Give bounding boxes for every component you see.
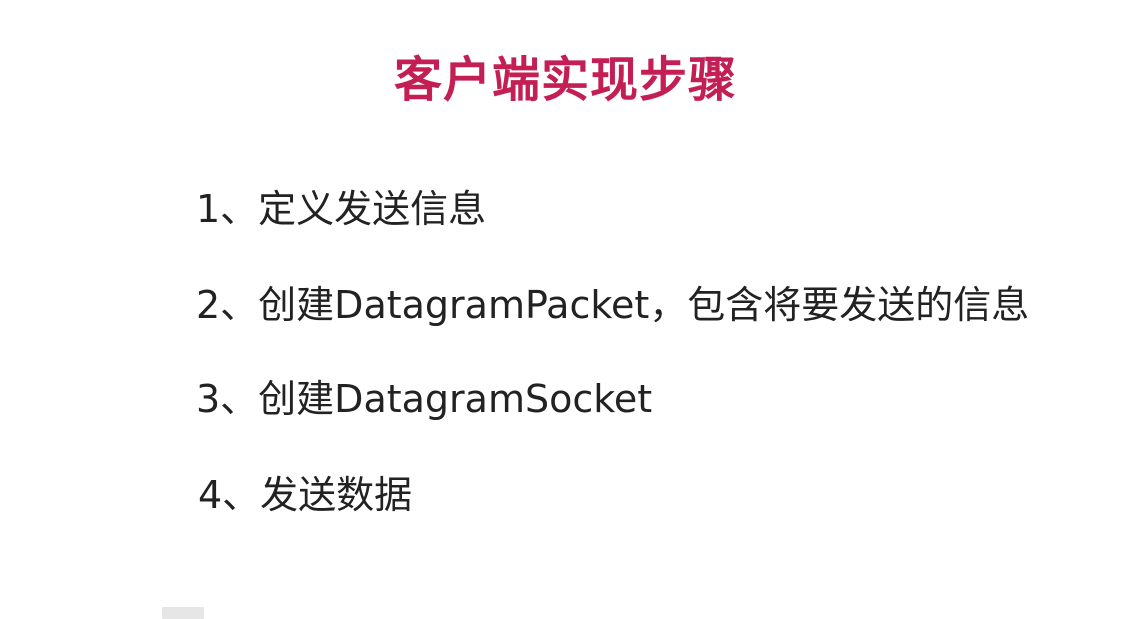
- step-item-2: 2、创建DatagramPacket，包含将要发送的信息: [196, 283, 1030, 327]
- corner-placeholder: [162, 607, 204, 619]
- step-item-4: 4、发送数据: [198, 473, 413, 517]
- step-item-1: 1、定义发送信息: [196, 187, 487, 231]
- slide-title: 客户端实现步骤: [393, 52, 737, 108]
- step-item-3: 3、创建DatagramSocket: [196, 377, 653, 421]
- slide: 客户端实现步骤 1、定义发送信息 2、创建DatagramPacket，包含将要…: [0, 0, 1131, 619]
